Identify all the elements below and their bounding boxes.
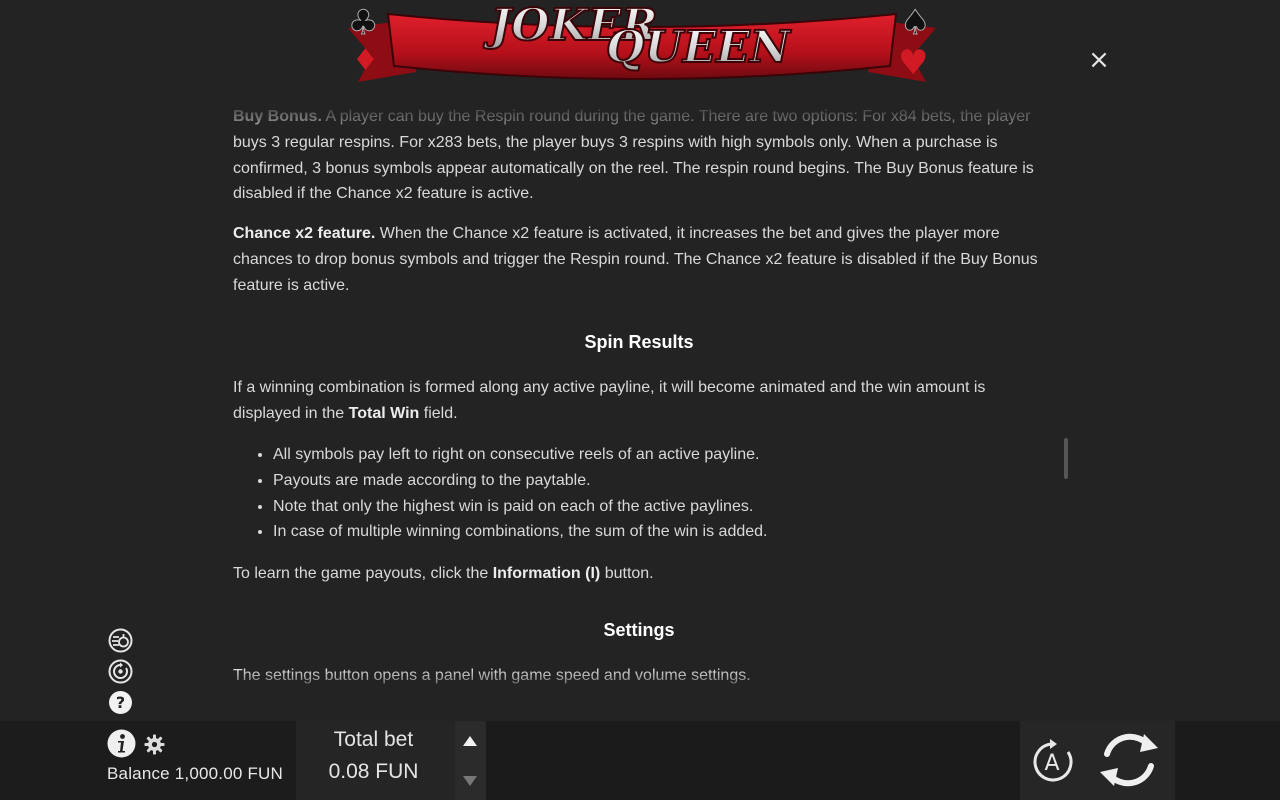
scrollbar-thumb[interactable] (1064, 438, 1068, 479)
buy-bonus-icon[interactable] (108, 628, 133, 653)
spin-results-heading: Spin Results (584, 332, 694, 352)
autoplay-label: A (1044, 751, 1059, 776)
bet-decrease-icon[interactable] (459, 770, 481, 792)
total-win-term: Total Win (348, 404, 420, 422)
spin-icon[interactable] (1094, 728, 1164, 792)
chance-x2-paragraph: Chance x2 feature. When the Chance x2 fe… (233, 221, 1045, 298)
payouts-text-end: button. (600, 565, 654, 582)
rules-content[interactable]: Buy Bonus. A player can buy the Respin r… (233, 100, 1045, 700)
joker-queen-logo: ♣ ♦ ♠ ♥ JOKER QUEEN (348, 0, 936, 83)
spin-results-text-end: field. (419, 404, 458, 422)
gear-icon[interactable] (144, 734, 165, 755)
total-bet-value: 0.08 FUN (328, 760, 419, 783)
autoplay-icon[interactable]: A (1028, 738, 1076, 786)
list-item: In case of multiple winning combinations… (273, 519, 1045, 545)
spin-results-list: All symbols pay left to right on consecu… (233, 442, 1045, 545)
total-bet-label: Total bet (333, 728, 414, 751)
list-item: All symbols pay left to right on consecu… (273, 442, 1045, 468)
svg-text:♠: ♠ (900, 3, 930, 43)
game-rules-screen: ♣ ♦ ♠ ♥ JOKER QUEEN × Buy Bonus. A playe… (0, 0, 1280, 800)
list-item: Payouts are made according to the paytab… (273, 468, 1045, 494)
settings-paragraph: The settings button opens a panel with g… (233, 667, 751, 684)
logo-word-queen: QUEEN (606, 22, 792, 73)
buy-bonus-paragraph: Buy Bonus. A player can buy the Respin r… (233, 104, 1045, 207)
bottom-bar (0, 721, 1280, 800)
payouts-paragraph: To learn the game payouts, click the Inf… (233, 561, 1045, 587)
svg-text:♣: ♣ (348, 3, 378, 43)
spin-results-text: If a winning combination is formed along… (233, 379, 986, 422)
svg-text:?: ? (116, 693, 125, 712)
help-icon[interactable]: ? (108, 690, 133, 715)
settings-heading: Settings (603, 620, 675, 640)
history-icon[interactable] (108, 659, 133, 684)
balance-panel (0, 721, 296, 800)
svg-text:♦: ♦ (352, 43, 379, 78)
buy-bonus-title: Buy Bonus. (233, 108, 322, 125)
list-item: Note that only the highest win is paid o… (273, 494, 1045, 520)
info-icon[interactable] (107, 729, 136, 758)
buy-bonus-text: A player can buy the Respin round during… (233, 108, 1034, 203)
balance-display: Balance 1,000.00 FUN (107, 764, 283, 783)
close-icon[interactable]: × (1086, 47, 1112, 74)
chance-x2-title: Chance x2 feature. (233, 225, 376, 242)
payouts-text: To learn the game payouts, click the (233, 565, 493, 582)
spin-results-paragraph: If a winning combination is formed along… (233, 375, 1045, 427)
svg-text:♥: ♥ (898, 43, 928, 83)
bet-increase-icon[interactable] (459, 730, 481, 752)
information-term: Information (I) (492, 565, 601, 582)
